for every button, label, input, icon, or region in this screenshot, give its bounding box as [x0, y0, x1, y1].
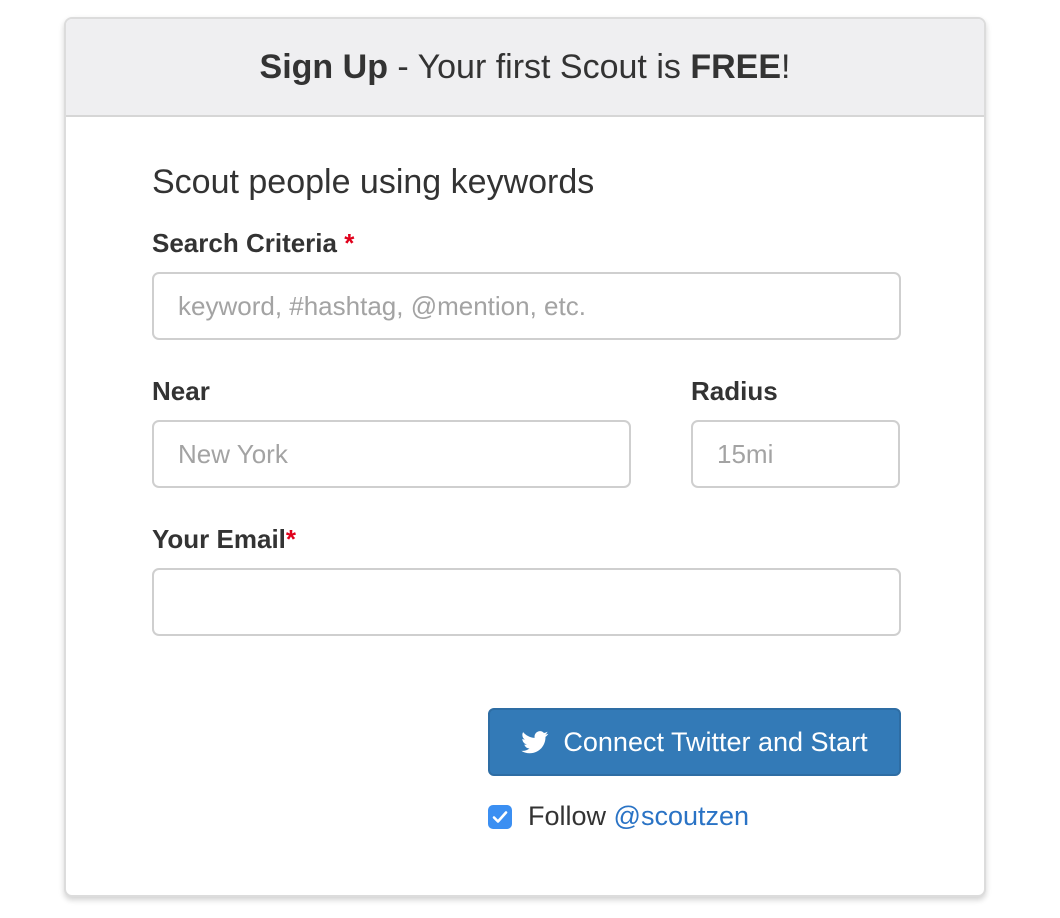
title-exclaim: !	[781, 47, 791, 86]
title-free: FREE	[690, 47, 782, 86]
email-input[interactable]	[152, 568, 901, 636]
email-label: Your Email*	[152, 524, 296, 555]
title-signup: Sign Up	[259, 47, 388, 86]
follow-label: Follow @scoutzen	[528, 801, 749, 832]
signup-panel: Sign Up - Your first Scout is FREE! Scou…	[64, 17, 986, 897]
scoutzen-link[interactable]: @scoutzen	[614, 801, 749, 831]
radius-label: Radius	[691, 376, 778, 406]
near-input[interactable]	[152, 420, 631, 488]
checkmark-icon	[492, 811, 508, 823]
follow-checkbox[interactable]	[488, 805, 512, 829]
panel-heading: Sign Up - Your first Scout is FREE!	[66, 19, 984, 117]
panel-title: Sign Up - Your first Scout is FREE!	[260, 48, 791, 87]
required-mark: *	[285, 524, 297, 554]
section-title: Scout people using keywords	[152, 163, 595, 201]
follow-text: Follow	[528, 801, 607, 831]
required-mark: *	[344, 228, 355, 258]
search-criteria-label-text: Search Criteria	[152, 228, 337, 258]
radius-input[interactable]	[691, 420, 900, 488]
title-text: - Your first Scout is	[387, 47, 691, 86]
search-criteria-label: Search Criteria *	[152, 228, 354, 259]
email-label-text: Your Email	[152, 524, 286, 554]
connect-twitter-label: Connect Twitter and Start	[563, 726, 868, 757]
connect-twitter-button[interactable]: Connect Twitter and Start	[488, 708, 901, 776]
twitter-icon	[521, 730, 549, 753]
search-criteria-input[interactable]	[152, 272, 901, 340]
near-label: Near	[152, 376, 210, 406]
